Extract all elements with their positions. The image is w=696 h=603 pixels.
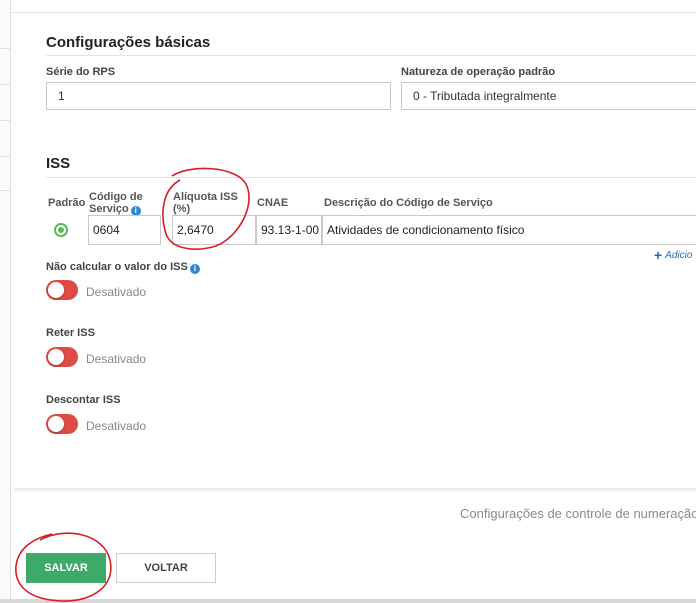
- panel-divider: [14, 488, 696, 492]
- service-description-input[interactable]: Atividades de condicionamento físico: [322, 215, 696, 245]
- iss-rate-input[interactable]: 2,6470: [172, 215, 256, 245]
- add-service-link[interactable]: + Adicio: [654, 247, 692, 263]
- toggle-knob: [48, 416, 64, 432]
- service-code-header-line2: Serviço: [89, 203, 129, 215]
- rail-tick: [0, 190, 11, 191]
- radio-selected-icon[interactable]: [54, 223, 68, 237]
- toggle-no-calc-text: Não calcular o valor do ISS: [46, 261, 188, 273]
- toggle-no-calc-label: Não calcular o valor do ISS i: [46, 261, 200, 274]
- rps-series-input[interactable]: 1: [46, 82, 391, 110]
- rail-tick: [0, 48, 11, 49]
- operation-nature-select[interactable]: 0 - Tributada integralmente: [401, 82, 696, 110]
- save-button[interactable]: SALVAR: [26, 553, 106, 583]
- rps-series-label: Série do RPS: [46, 66, 116, 78]
- service-code-column-header: Código de Serviço i: [89, 191, 143, 216]
- toggle-knob: [48, 349, 64, 365]
- left-rail: [0, 0, 11, 603]
- service-code-header-line1: Código de: [89, 191, 143, 203]
- retain-iss-label: Reter ISS: [46, 327, 95, 339]
- service-code-input[interactable]: 0604: [88, 215, 161, 245]
- bottom-bar: [0, 599, 696, 603]
- iss-section-title: ISS: [46, 155, 71, 172]
- numbering-config-link[interactable]: Configurações de controle de numeração: [460, 506, 696, 521]
- iss-rate-column-header: Alíquota ISS (%): [173, 191, 238, 215]
- discount-iss-state: Desativado: [86, 419, 147, 433]
- rail-tick: [0, 156, 11, 157]
- default-column-header: Padrão: [48, 197, 86, 209]
- iss-rate-header-line2: (%): [173, 203, 191, 215]
- operation-nature-label: Natureza de operação padrão: [401, 66, 556, 78]
- iss-rate-header-line1: Alíquota ISS: [173, 191, 238, 203]
- rail-tick: [0, 120, 11, 121]
- section-rule: [46, 55, 696, 56]
- plus-icon: +: [654, 247, 663, 263]
- retain-iss-state: Desativado: [86, 352, 147, 366]
- back-button[interactable]: VOLTAR: [116, 553, 216, 583]
- description-column-header: Descrição do Código de Serviço: [324, 197, 493, 209]
- section-rule: [46, 177, 696, 178]
- no-calc-iss-state: Desativado: [86, 285, 147, 299]
- discount-iss-toggle[interactable]: [46, 414, 78, 434]
- basic-section-title: Configurações básicas: [46, 34, 211, 51]
- rail-tick: [0, 84, 11, 85]
- retain-iss-toggle[interactable]: [46, 347, 78, 367]
- toggle-knob: [48, 282, 64, 298]
- add-service-label: Adicio: [665, 250, 693, 261]
- cnae-column-header: CNAE: [257, 197, 289, 209]
- cnae-input[interactable]: 93.13-1-00: [256, 215, 322, 245]
- info-icon[interactable]: i: [189, 264, 200, 274]
- discount-iss-label: Descontar ISS: [46, 394, 121, 406]
- no-calc-iss-toggle[interactable]: [46, 280, 78, 300]
